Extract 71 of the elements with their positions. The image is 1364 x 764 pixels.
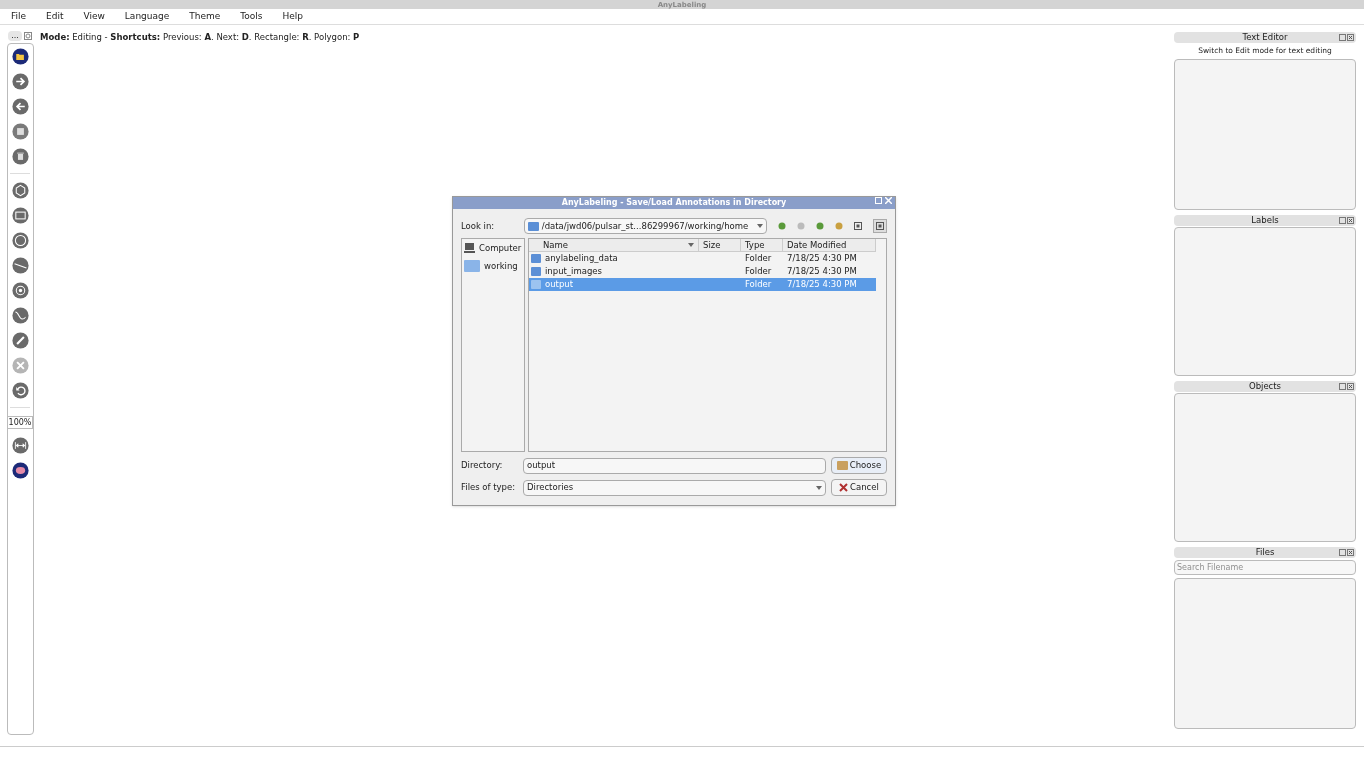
float-icon[interactable] <box>23 32 32 40</box>
close-icon[interactable] <box>1347 383 1354 391</box>
column-header[interactable]: Size <box>699 239 741 251</box>
place-item[interactable]: working <box>462 259 524 273</box>
float-icon[interactable] <box>1339 34 1346 41</box>
file-type-dropdown[interactable]: Directories <box>523 479 826 496</box>
file-name: anylabeling_data <box>545 252 618 265</box>
search-field[interactable]: Search Filename <box>1174 560 1356 576</box>
file-type: Folder <box>745 279 772 290</box>
menu-item[interactable]: Theme <box>184 9 226 24</box>
look-in-label: Look in: <box>461 219 496 233</box>
polygon-icon[interactable] <box>11 182 29 199</box>
point-icon[interactable] <box>11 282 29 299</box>
detail-view-icon[interactable] <box>873 219 887 233</box>
menu-item[interactable]: View <box>78 9 110 24</box>
menu-item[interactable]: Tools <box>235 9 268 24</box>
brain-icon[interactable] <box>11 462 29 479</box>
file-name: input_images <box>545 265 603 278</box>
circle-icon[interactable] <box>11 232 29 249</box>
file-date: 7/18/25 4:30 PM <box>787 279 857 290</box>
delete-icon[interactable] <box>11 148 29 165</box>
undo-icon[interactable] <box>11 382 29 399</box>
directory-field[interactable]: output <box>523 457 826 474</box>
directory-label: Directory: <box>461 459 504 472</box>
open-folder-icon[interactable] <box>11 48 29 65</box>
column-header[interactable]: Name <box>529 239 699 251</box>
toolbar-handle[interactable]: ... <box>8 31 22 41</box>
file-type: Folder <box>745 266 772 277</box>
caret-icon[interactable] <box>757 224 764 228</box>
zoom-field[interactable]: 100% <box>6 416 34 429</box>
menu-item[interactable]: File <box>6 9 32 24</box>
file-row[interactable]: anylabeling_data Folder 7/18/25 4:30 PM <box>529 252 876 265</box>
dock-title: Labels <box>1251 214 1279 228</box>
file-type: Folder <box>745 253 772 264</box>
cancel-button[interactable]: Cancel <box>830 479 887 496</box>
maximize-icon[interactable] <box>875 197 882 204</box>
close-icon[interactable] <box>1347 549 1354 557</box>
file-date: 7/18/25 4:30 PM <box>787 253 857 264</box>
menu-item[interactable]: Edit <box>41 9 69 24</box>
folder-icon <box>527 221 539 231</box>
column-header[interactable]: Date Modified <box>783 239 876 251</box>
place-item[interactable]: Computer <box>462 242 524 255</box>
column-header[interactable]: Type <box>741 239 783 251</box>
float-icon[interactable] <box>1339 217 1346 225</box>
float-icon[interactable] <box>1339 383 1346 391</box>
caret-icon[interactable] <box>815 485 822 490</box>
pencil-icon[interactable] <box>11 332 29 349</box>
dock-title: Files <box>1255 546 1275 560</box>
cancel-icon <box>839 483 849 492</box>
caret-icon[interactable] <box>688 243 694 247</box>
dialog-title: AnyLabeling - Save/Load Annotations in Directory <box>561 197 787 209</box>
close-icon[interactable] <box>1347 217 1354 225</box>
folder-icon <box>464 260 480 273</box>
dock-title: Text Editor <box>1242 31 1288 44</box>
close-icon[interactable] <box>1347 34 1354 41</box>
list-view-icon[interactable] <box>854 222 863 230</box>
file-type-label: Files of type: <box>461 481 517 494</box>
folder-icon <box>836 461 848 470</box>
file-row[interactable]: input_images Folder 7/18/25 4:30 PM <box>529 265 876 278</box>
menu-item[interactable]: Help <box>277 9 309 24</box>
choose-button[interactable]: Choose <box>830 457 887 474</box>
mode-status-text: Mode: Editing - Shortcuts: Previous: A. Next: D. Rectangle: R. Polygon: P <box>40 31 361 44</box>
dock-title: Objects <box>1248 380 1282 394</box>
computer-icon <box>464 243 475 254</box>
file-name: output <box>545 278 574 291</box>
float-icon[interactable] <box>1339 549 1346 557</box>
fit-width-icon[interactable] <box>11 437 29 454</box>
path-dropdown[interactable]: /data/jwd06/pulsar_st...86299967/working/home <box>523 218 768 234</box>
menu-item[interactable]: Language <box>119 9 175 24</box>
file-date: 7/18/25 4:30 PM <box>787 266 857 277</box>
curve-icon[interactable] <box>11 307 29 324</box>
